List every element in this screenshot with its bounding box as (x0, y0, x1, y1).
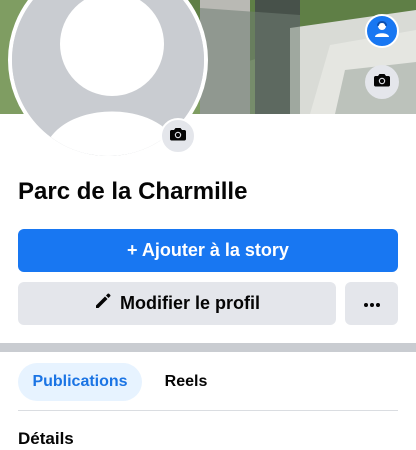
edit-profile-button[interactable]: Modifier le profil (18, 282, 336, 325)
edit-profile-label: Modifier le profil (119, 293, 260, 313)
pencil-icon (94, 292, 112, 315)
camera-icon (373, 71, 391, 94)
section-separator (0, 343, 416, 352)
edit-cover-photo-button[interactable] (365, 65, 399, 99)
avatar-icon (372, 19, 392, 44)
add-to-story-button[interactable]: + Ajouter à la story (18, 229, 398, 272)
add-to-story-label: + Ajouter à la story (127, 240, 289, 260)
edit-profile-photo-button[interactable] (160, 118, 196, 154)
tab-reels[interactable]: Reels (150, 363, 222, 401)
tab-publications[interactable]: Publications (18, 363, 142, 401)
camera-icon (169, 125, 187, 148)
more-horizontal-icon (363, 295, 381, 313)
cover-avatar-button[interactable] (365, 14, 399, 48)
details-section-title: Détails (18, 429, 74, 448)
tabs-divider (18, 410, 398, 411)
more-options-button[interactable] (345, 282, 398, 325)
page-name: Parc de la Charmille (18, 178, 248, 205)
